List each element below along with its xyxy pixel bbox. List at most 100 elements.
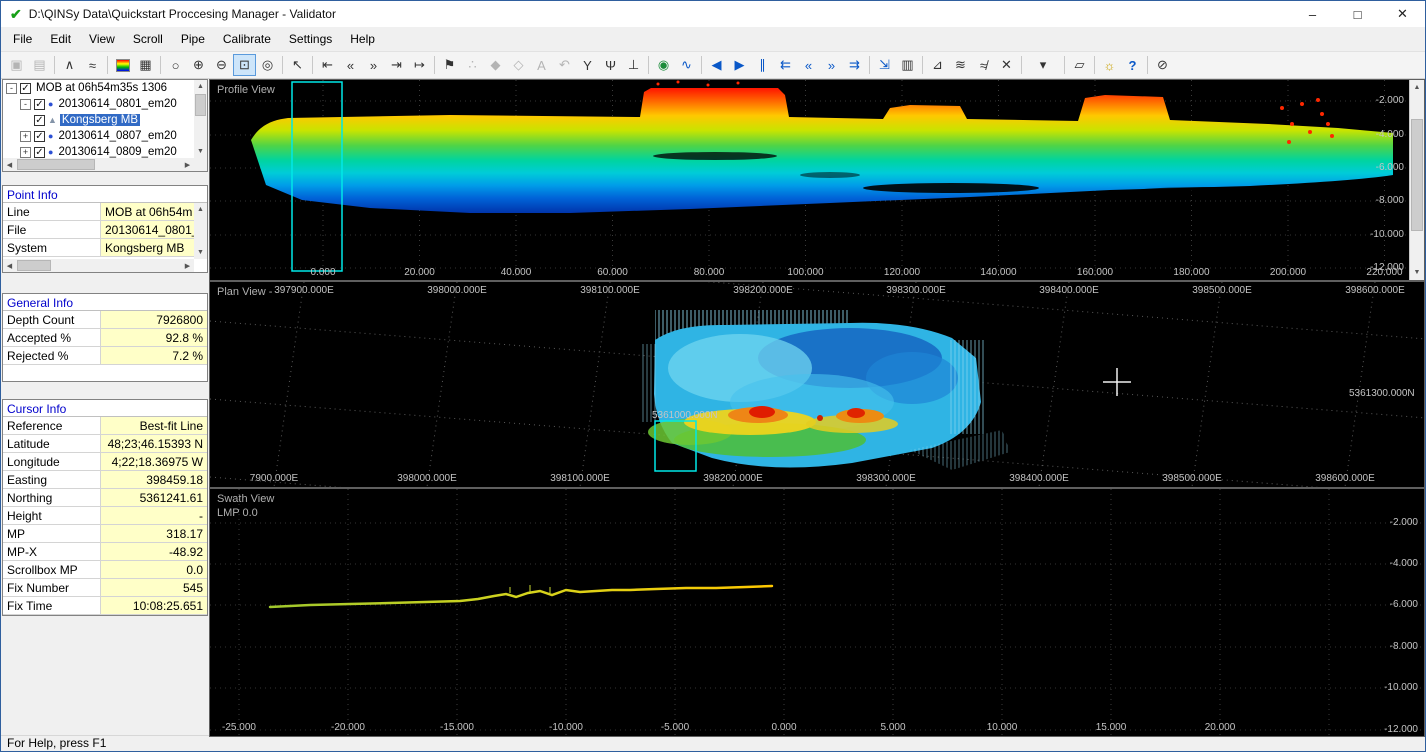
- scrollbar-thumb[interactable]: [1411, 119, 1423, 231]
- zoom-all-button[interactable]: ◎: [256, 54, 279, 76]
- profile-tool-button[interactable]: ∧: [58, 54, 81, 76]
- scrollbar-thumb[interactable]: [195, 94, 206, 116]
- data-table-button[interactable]: ▦: [134, 54, 157, 76]
- scroll-right-button[interactable]: ▶: [181, 158, 194, 171]
- axis-tick-label: 5.000: [880, 722, 905, 733]
- point-info-vertical-scrollbar[interactable]: ▲ ▼: [194, 203, 207, 259]
- profile-view[interactable]: Profile View ▲ ▼ 0.00020.00040.00060.000…: [209, 79, 1425, 281]
- restore-edits-button[interactable]: ↶: [553, 54, 576, 76]
- goto-fix-button[interactable]: ⇲: [873, 54, 896, 76]
- zoom-out-button[interactable]: ⊖: [210, 54, 233, 76]
- context-help-button[interactable]: ?: [1121, 54, 1144, 76]
- tree-item[interactable]: -✓MOB at 06h54m35s 1306: [3, 80, 194, 96]
- tree-item-label[interactable]: 20130614_0807_em20: [56, 130, 178, 142]
- project-tree[interactable]: -✓MOB at 06h54m35s 1306-✓●20130614_0801_…: [2, 79, 208, 172]
- swath-view[interactable]: Swath View LMP 0.0 -25.000-20.000-15.000…: [209, 488, 1425, 737]
- despike-button[interactable]: ≉: [972, 54, 995, 76]
- prev-profile-button[interactable]: «: [339, 54, 362, 76]
- scrollbar-thumb[interactable]: [17, 159, 95, 170]
- scroll-up-button[interactable]: ▲: [194, 80, 207, 93]
- maximize-button[interactable]: □: [1335, 1, 1380, 27]
- first-profile-button[interactable]: ⇤: [316, 54, 339, 76]
- step-profile-button[interactable]: ↦: [408, 54, 431, 76]
- zoom-in-button[interactable]: ⊕: [187, 54, 210, 76]
- scroll-left-button[interactable]: ◀: [3, 158, 16, 171]
- zoom-window-button[interactable]: ⊡: [233, 54, 256, 76]
- tree-checkbox[interactable]: ✓: [20, 83, 31, 94]
- tree-horizontal-scrollbar[interactable]: ◀ ▶: [3, 158, 194, 171]
- tree-expand-toggle[interactable]: +: [20, 147, 31, 158]
- pause-button[interactable]: ∥: [751, 54, 774, 76]
- tree-item-label[interactable]: MOB at 06h54m35s 1306: [34, 82, 169, 94]
- minimize-button[interactable]: –: [1290, 1, 1335, 27]
- tree-item[interactable]: -✓●20130614_0801_em20: [3, 96, 194, 112]
- tree-item-label[interactable]: Kongsberg MB: [60, 114, 140, 126]
- tree-item[interactable]: +✓●20130614_0807_em20: [3, 128, 194, 144]
- scroll-down-button[interactable]: ▼: [1410, 265, 1424, 280]
- display-options-dropdown-button[interactable]: ▾: [1025, 54, 1061, 76]
- colormap-button[interactable]: [111, 54, 134, 76]
- tree-checkbox[interactable]: ✓: [34, 131, 45, 142]
- tree-item-label[interactable]: 20130614_0809_em20: [56, 146, 178, 158]
- save-button[interactable]: ▤: [28, 54, 51, 76]
- scrollbar-thumb[interactable]: [17, 260, 51, 271]
- tree-expand-toggle[interactable]: -: [6, 83, 17, 94]
- last-profile-button[interactable]: ⇥: [385, 54, 408, 76]
- play-reverse-button[interactable]: ◀: [705, 54, 728, 76]
- pick-tool-button[interactable]: ↖: [286, 54, 309, 76]
- filter-options-button[interactable]: ⊿: [926, 54, 949, 76]
- first-swath-button[interactable]: ⇇: [774, 54, 797, 76]
- play-forward-button[interactable]: ▶: [728, 54, 751, 76]
- tree-checkbox[interactable]: ✓: [34, 147, 45, 158]
- scroll-down-button[interactable]: ▼: [194, 246, 207, 259]
- erase-tool-button[interactable]: ▱: [1068, 54, 1091, 76]
- tree-checkbox[interactable]: ✓: [34, 115, 45, 126]
- menu-scroll[interactable]: Scroll: [124, 29, 172, 49]
- scroll-up-button[interactable]: ▲: [1410, 80, 1424, 95]
- tree-expand-toggle[interactable]: +: [20, 131, 31, 142]
- sphere-view-button[interactable]: ◉: [652, 54, 675, 76]
- scroll-down-button[interactable]: ▼: [194, 145, 207, 158]
- next-profile-button[interactable]: »: [362, 54, 385, 76]
- signal-view-button[interactable]: ∿: [675, 54, 698, 76]
- split-tool-button[interactable]: Y: [576, 54, 599, 76]
- tree-item-label[interactable]: 20130614_0801_em20: [56, 98, 178, 110]
- zoom-normal-button[interactable]: ○: [164, 54, 187, 76]
- drop-pin-button[interactable]: ⊥: [622, 54, 645, 76]
- tip-button[interactable]: ☼: [1098, 54, 1121, 76]
- clean-tool-button[interactable]: ⊘: [1151, 54, 1174, 76]
- close-button[interactable]: ✕: [1380, 1, 1425, 27]
- menu-edit[interactable]: Edit: [41, 29, 80, 49]
- multibeam-tool-button[interactable]: Ψ: [599, 54, 622, 76]
- next-swath-button[interactable]: »: [820, 54, 843, 76]
- profile-scrollbar[interactable]: ▲ ▼: [1409, 80, 1424, 280]
- smoothing-button[interactable]: ≋: [949, 54, 972, 76]
- tree-item[interactable]: +✓●20130614_0809_em20: [3, 144, 194, 158]
- tree-item[interactable]: ✓▲Kongsberg MB: [3, 112, 194, 128]
- prev-swath-button[interactable]: «: [797, 54, 820, 76]
- menu-file[interactable]: File: [4, 29, 41, 49]
- capture-button[interactable]: ▣: [5, 54, 28, 76]
- flag-tool-button[interactable]: ⚑: [438, 54, 461, 76]
- tree-expand-toggle[interactable]: -: [20, 99, 31, 110]
- reject-block-button[interactable]: ◇: [507, 54, 530, 76]
- point-info-horizontal-scrollbar[interactable]: ◀ ▶: [3, 259, 194, 272]
- shade-tool-button[interactable]: ≈: [81, 54, 104, 76]
- tree-vertical-scrollbar[interactable]: ▲ ▼: [194, 80, 207, 158]
- plan-view[interactable]: Plan View - 5361000.000N 5361300.000N 39…: [209, 281, 1425, 488]
- scroll-left-button[interactable]: ◀: [3, 259, 16, 272]
- accept-block-button[interactable]: ◆: [484, 54, 507, 76]
- fix-list-button[interactable]: ▥: [896, 54, 919, 76]
- menu-help[interactable]: Help: [341, 29, 384, 49]
- crosscheck-button[interactable]: ✕: [995, 54, 1018, 76]
- last-swath-button[interactable]: ⇉: [843, 54, 866, 76]
- menu-calibrate[interactable]: Calibrate: [214, 29, 280, 49]
- tree-checkbox[interactable]: ✓: [34, 99, 45, 110]
- annotate-button[interactable]: A: [530, 54, 553, 76]
- spike-filter-button[interactable]: ∴: [461, 54, 484, 76]
- scroll-right-button[interactable]: ▶: [181, 259, 194, 272]
- menu-settings[interactable]: Settings: [280, 29, 341, 49]
- scroll-up-button[interactable]: ▲: [194, 203, 207, 216]
- menu-pipe[interactable]: Pipe: [172, 29, 214, 49]
- menu-view[interactable]: View: [80, 29, 124, 49]
